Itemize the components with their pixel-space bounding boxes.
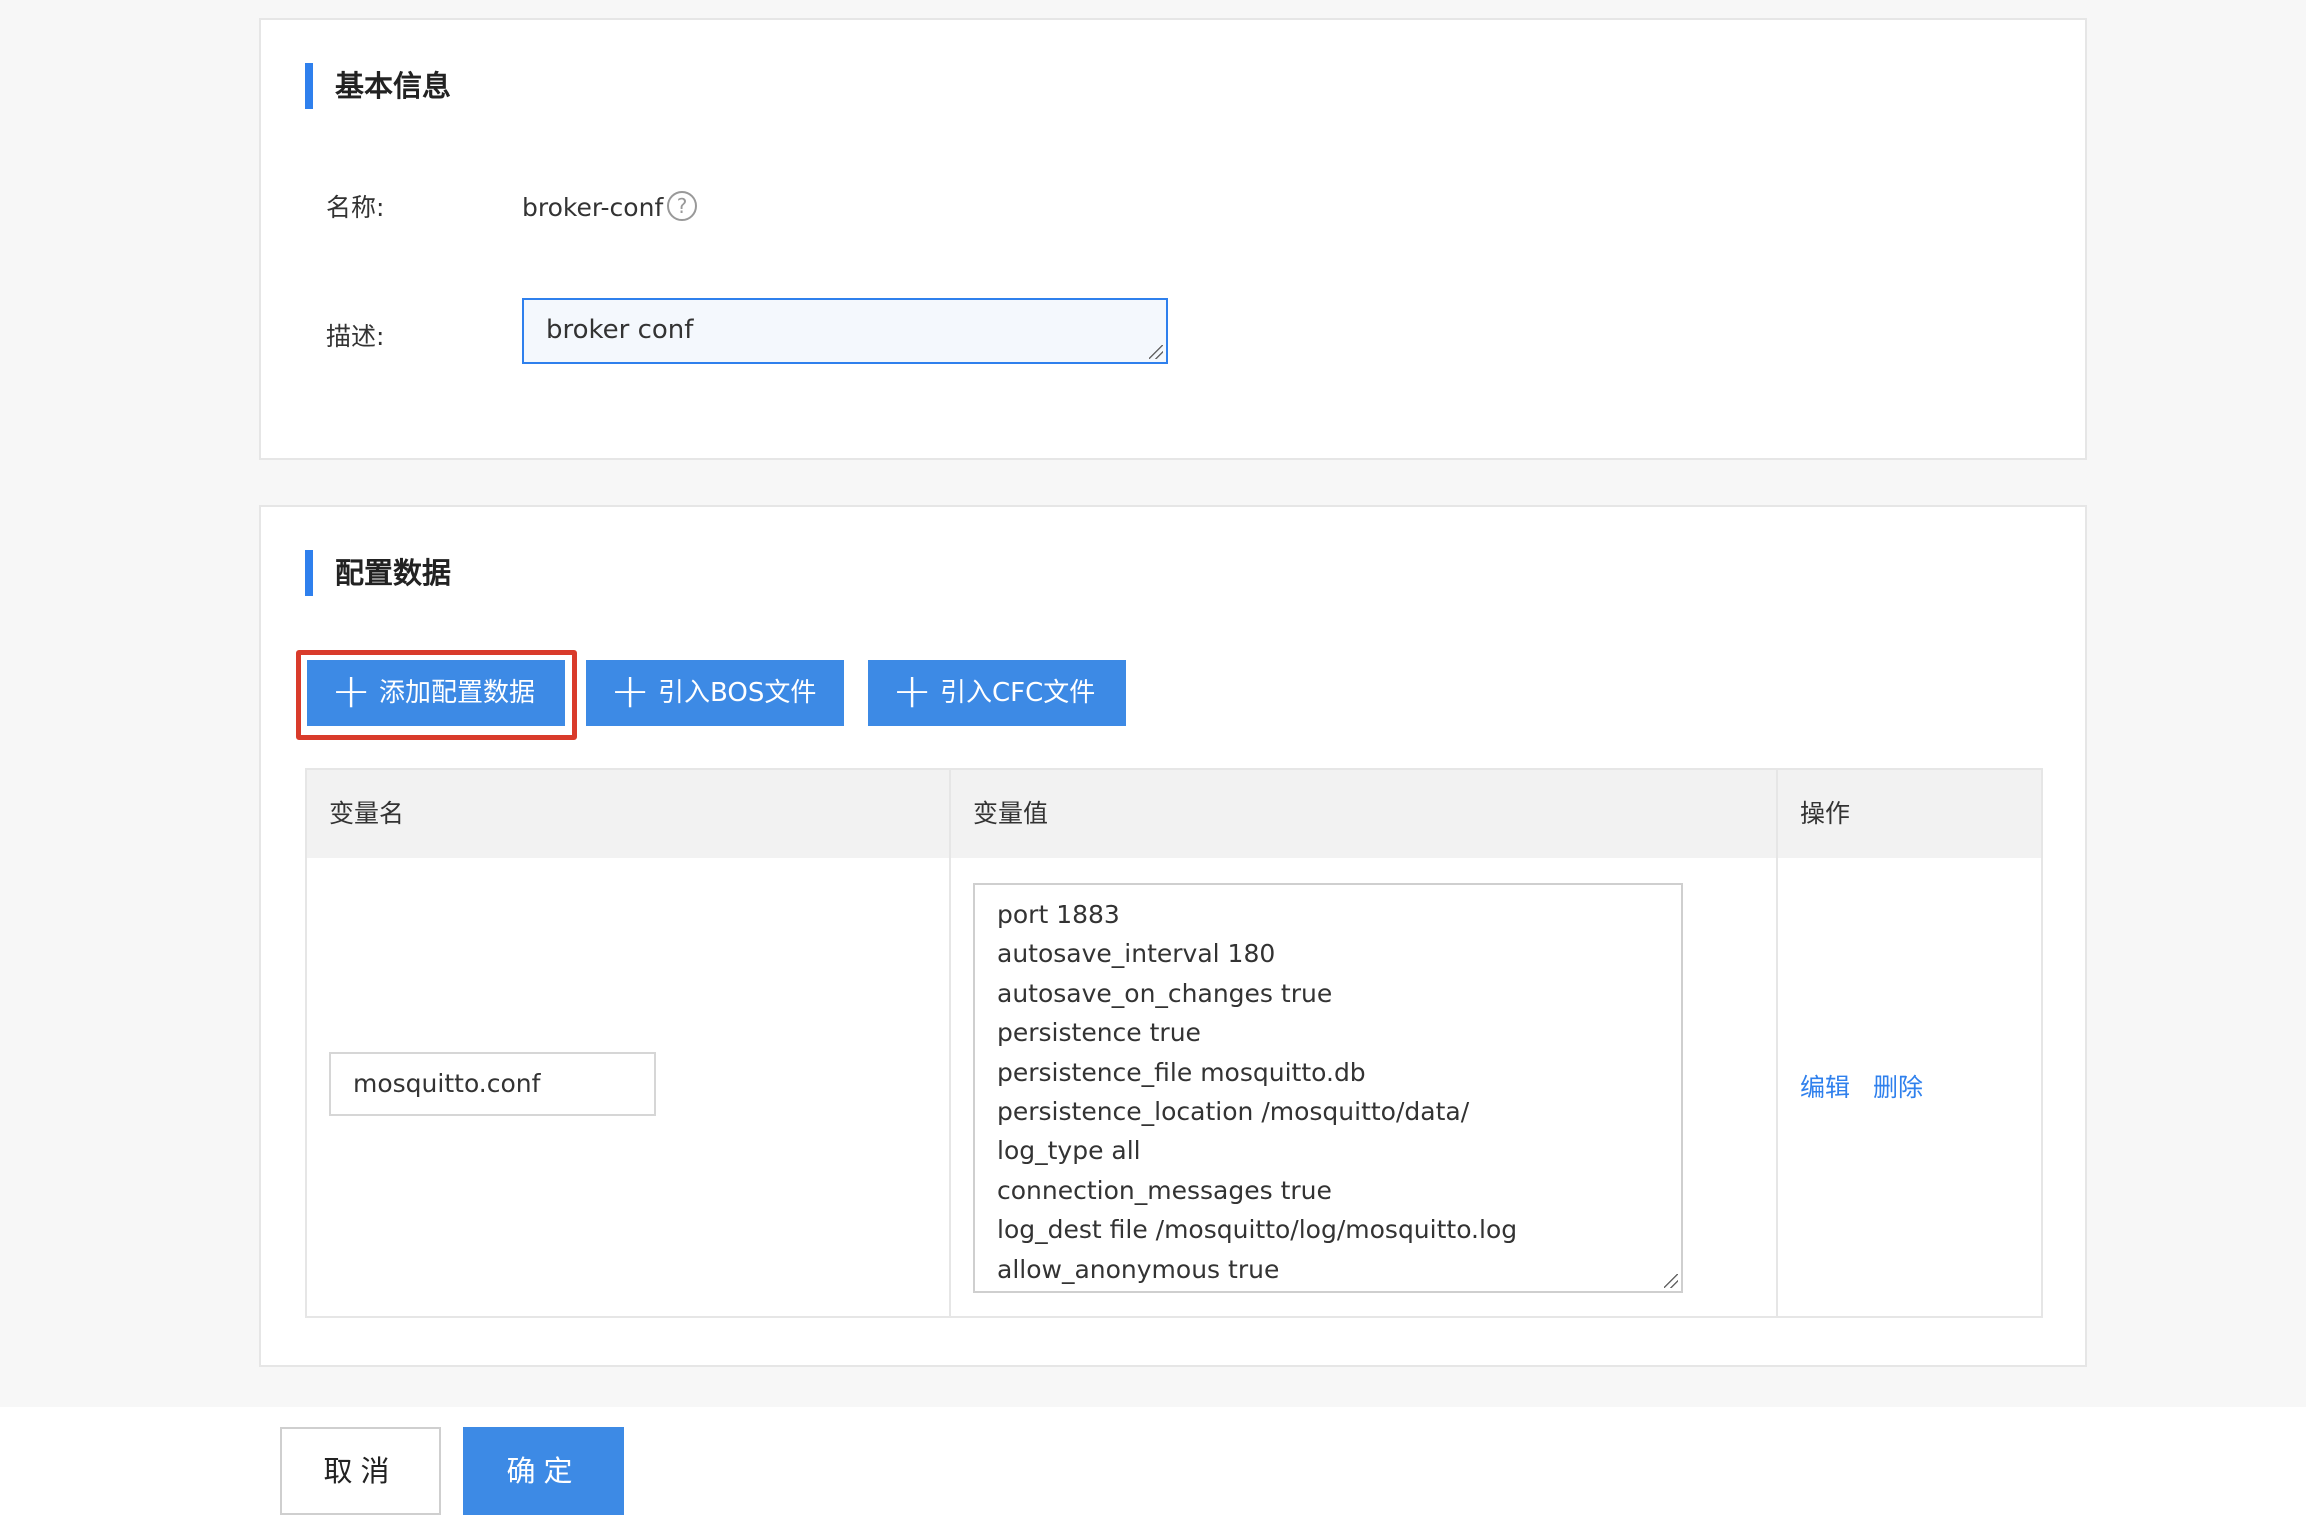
value-line: connection_messages true	[997, 1175, 1332, 1205]
header-variable-value: 变量值	[973, 799, 1049, 828]
description-textarea[interactable]: broker conf	[522, 298, 1168, 364]
column-divider	[949, 770, 951, 1316]
resize-handle-icon[interactable]	[1149, 345, 1163, 359]
value-line: allow_anonymous true	[997, 1254, 1280, 1284]
plus-icon: +	[892, 663, 933, 719]
basic-info-panel: 基本信息 名称: broker-conf ? 描述: broker conf	[259, 18, 2087, 460]
name-label: 名称:	[326, 193, 385, 222]
config-data-table: 变量名 变量值 操作 mosquitto.conf port 1883 auto…	[305, 768, 2043, 1318]
value-line: port 1883	[997, 900, 1120, 929]
footer-bar: 取消 确定	[0, 1407, 2306, 1520]
import-bos-file-label: 引入BOS文件	[658, 678, 817, 708]
variable-name-input[interactable]: mosquitto.conf	[329, 1052, 656, 1116]
cancel-button[interactable]: 取消	[280, 1427, 441, 1515]
description-label: 描述:	[326, 322, 385, 351]
value-line: persistence_location /mosquitto/data/	[997, 1097, 1470, 1127]
header-actions: 操作	[1800, 799, 1851, 828]
variable-value-textarea[interactable]: port 1883 autosave_interval 180 autosave…	[973, 883, 1683, 1293]
value-line: persistence_file mosquitto.db	[997, 1057, 1366, 1087]
value-line: persistence true	[997, 1018, 1201, 1048]
highlight-annotation	[296, 650, 577, 740]
help-icon[interactable]: ?	[667, 191, 697, 221]
value-line: autosave_on_changes true	[997, 978, 1333, 1008]
import-bos-file-button[interactable]: + 引入BOS文件	[586, 660, 844, 726]
delete-link[interactable]: 删除	[1873, 1070, 1923, 1106]
basic-info-title: 基本信息	[305, 63, 451, 109]
resize-handle-icon[interactable]	[1664, 1274, 1678, 1288]
config-data-title: 配置数据	[305, 550, 451, 596]
value-line: autosave_interval 180	[997, 939, 1276, 969]
import-cfc-file-button[interactable]: + 引入CFC文件	[868, 660, 1126, 726]
name-value: broker-conf	[522, 193, 664, 222]
import-cfc-file-label: 引入CFC文件	[940, 678, 1096, 708]
table-header: 变量名 变量值 操作	[307, 770, 2041, 858]
confirm-button[interactable]: 确定	[463, 1427, 624, 1515]
column-divider	[1776, 770, 1778, 1316]
plus-icon: +	[610, 663, 651, 719]
config-data-panel: 配置数据 + 添加配置数据 + 引入BOS文件 + 引入CFC文件 变量名 变量…	[259, 505, 2087, 1367]
value-line: log_type all	[997, 1136, 1141, 1166]
edit-link[interactable]: 编辑	[1800, 1070, 1850, 1106]
description-value: broker conf	[546, 315, 694, 345]
header-variable-name: 变量名	[329, 799, 405, 828]
value-line: log_dest file /mosquitto/log/mosquitto.l…	[997, 1215, 1518, 1245]
